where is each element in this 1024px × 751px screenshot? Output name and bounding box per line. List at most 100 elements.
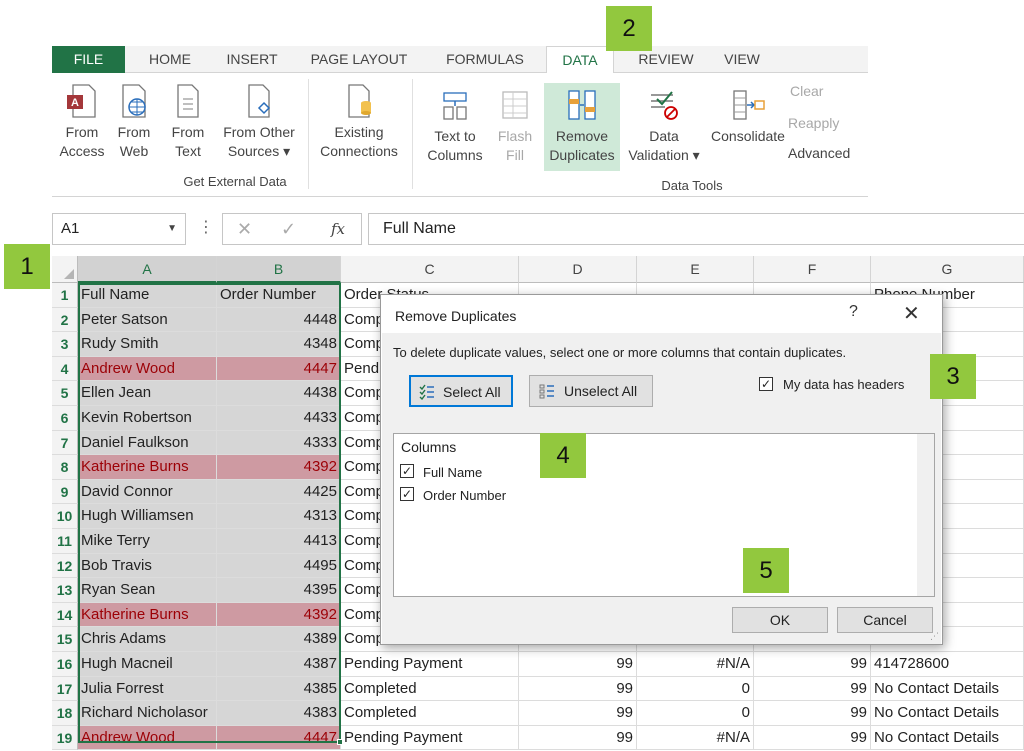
from-other-sources-button[interactable]: From Other Sources ▾: [216, 83, 302, 161]
row-header[interactable]: 9: [52, 479, 78, 505]
column-header-d[interactable]: D: [519, 256, 637, 283]
cell-b12[interactable]: 4495: [217, 553, 341, 579]
formula-input[interactable]: Full Name: [368, 213, 1024, 245]
select-all-corner[interactable]: [52, 256, 78, 283]
cell-a3[interactable]: Rudy Smith: [78, 332, 217, 357]
row-header[interactable]: 1: [52, 283, 78, 308]
cell-c19[interactable]: Pending Payment: [341, 725, 519, 751]
cell-b1[interactable]: Order Number: [217, 283, 341, 308]
column-header-f[interactable]: F: [754, 256, 871, 283]
cell-a2[interactable]: Peter Satson: [78, 307, 217, 333]
row-header[interactable]: 4: [52, 356, 78, 382]
consolidate-button[interactable]: Consolidate: [704, 87, 792, 146]
cell-b6[interactable]: 4433: [217, 406, 341, 431]
cell-b17[interactable]: 4385: [217, 676, 341, 702]
from-access-button[interactable]: A From Access: [56, 83, 108, 161]
cell-f17[interactable]: 99: [754, 676, 871, 702]
cell-a12[interactable]: Bob Travis: [78, 553, 217, 579]
cell-a4[interactable]: Andrew Wood: [78, 356, 217, 382]
cell-b19[interactable]: 4447: [217, 725, 341, 751]
cell-a5[interactable]: Ellen Jean: [78, 381, 217, 406]
row-header[interactable]: 12: [52, 553, 78, 579]
row-header[interactable]: 19: [52, 725, 78, 751]
clear-filter-button[interactable]: Clear: [790, 83, 823, 99]
cell-a6[interactable]: Kevin Robertson: [78, 406, 217, 431]
row-header[interactable]: 16: [52, 652, 78, 677]
close-icon[interactable]: ✕: [903, 301, 920, 326]
cell-b11[interactable]: 4413: [217, 529, 341, 554]
help-button[interactable]: ?: [849, 303, 858, 321]
cell-e18[interactable]: 0: [637, 701, 754, 726]
cell-b9[interactable]: 4425: [217, 479, 341, 505]
cell-a13[interactable]: Ryan Sean: [78, 578, 217, 603]
cell-a17[interactable]: Julia Forrest: [78, 676, 217, 702]
from-text-button[interactable]: From Text: [166, 83, 210, 161]
cell-e17[interactable]: 0: [637, 676, 754, 702]
row-header[interactable]: 2: [52, 307, 78, 333]
cell-f18[interactable]: 99: [754, 701, 871, 726]
cell-b10[interactable]: 4313: [217, 504, 341, 529]
cell-a10[interactable]: Hugh Williamsen: [78, 504, 217, 529]
cell-d18[interactable]: 99: [519, 701, 637, 726]
advanced-filter-button[interactable]: Advanced: [788, 145, 850, 161]
cell-b14[interactable]: 4392: [217, 602, 341, 628]
cell-e19[interactable]: #N/A: [637, 725, 754, 751]
cell-g17[interactable]: No Contact Details: [871, 676, 1024, 702]
cell-a7[interactable]: Daniel Faulkson: [78, 430, 217, 456]
cell-b18[interactable]: 4383: [217, 701, 341, 726]
row-header[interactable]: 5: [52, 381, 78, 406]
tab-home[interactable]: HOME: [132, 46, 208, 73]
existing-connections-button[interactable]: Existing Connections: [314, 83, 404, 161]
cell-b3[interactable]: 4348: [217, 332, 341, 357]
reapply-filter-button[interactable]: Reapply: [788, 115, 839, 131]
data-validation-button[interactable]: Data Validation ▾: [626, 87, 702, 165]
column-header-e[interactable]: E: [637, 256, 754, 283]
cell-g16[interactable]: 414728600: [871, 652, 1024, 677]
row-header[interactable]: 15: [52, 627, 78, 652]
cell-a15[interactable]: Chris Adams: [78, 627, 217, 652]
tab-formulas[interactable]: FORMULAS: [430, 46, 540, 73]
insert-function-icon[interactable]: fx: [331, 214, 345, 244]
tab-page-layout[interactable]: PAGE LAYOUT: [304, 46, 414, 73]
row-header[interactable]: 6: [52, 406, 78, 431]
cancel-entry-icon[interactable]: ✕: [237, 214, 252, 244]
row-header[interactable]: 3: [52, 332, 78, 357]
cell-d17[interactable]: 99: [519, 676, 637, 702]
cell-c16[interactable]: Pending Payment: [341, 652, 519, 677]
from-web-button[interactable]: From Web: [112, 83, 156, 161]
cell-a11[interactable]: Mike Terry: [78, 529, 217, 554]
select-all-button[interactable]: Select All: [409, 375, 513, 407]
cell-a8[interactable]: Katherine Burns: [78, 455, 217, 480]
cancel-button[interactable]: Cancel: [837, 607, 933, 633]
cell-a19[interactable]: Andrew Wood: [78, 725, 217, 751]
cell-b2[interactable]: 4448: [217, 307, 341, 333]
cell-a16[interactable]: Hugh Macneil: [78, 652, 217, 677]
text-to-columns-button[interactable]: Text to Columns: [422, 87, 488, 165]
resize-grip-icon[interactable]: ⋰: [930, 631, 939, 642]
tab-insert[interactable]: INSERT: [212, 46, 292, 73]
tab-file[interactable]: FILE: [52, 46, 125, 73]
row-header[interactable]: 17: [52, 676, 78, 702]
cell-g19[interactable]: No Contact Details: [871, 725, 1024, 751]
cell-b8[interactable]: 4392: [217, 455, 341, 480]
cell-c18[interactable]: Completed: [341, 701, 519, 726]
cell-b7[interactable]: 4333: [217, 430, 341, 456]
cell-b13[interactable]: 4395: [217, 578, 341, 603]
row-header[interactable]: 13: [52, 578, 78, 603]
flash-fill-button[interactable]: Flash Fill: [492, 87, 538, 165]
cell-b16[interactable]: 4387: [217, 652, 341, 677]
row-header[interactable]: 14: [52, 602, 78, 628]
name-box[interactable]: A1 ▼: [52, 213, 186, 245]
cell-f19[interactable]: 99: [754, 725, 871, 751]
cell-a14[interactable]: Katherine Burns: [78, 602, 217, 628]
chevron-down-icon[interactable]: ▼: [167, 214, 177, 244]
row-header[interactable]: 7: [52, 430, 78, 456]
row-header[interactable]: 8: [52, 455, 78, 480]
row-header[interactable]: 11: [52, 529, 78, 554]
confirm-entry-icon[interactable]: ✓: [281, 214, 296, 244]
column-checkbox-order-number[interactable]: ✓: [400, 487, 414, 501]
remove-duplicates-button[interactable]: Remove Duplicates: [544, 83, 620, 171]
cell-g18[interactable]: No Contact Details: [871, 701, 1024, 726]
cell-a9[interactable]: David Connor: [78, 479, 217, 505]
cell-a18[interactable]: Richard Nicholasor: [78, 701, 217, 726]
